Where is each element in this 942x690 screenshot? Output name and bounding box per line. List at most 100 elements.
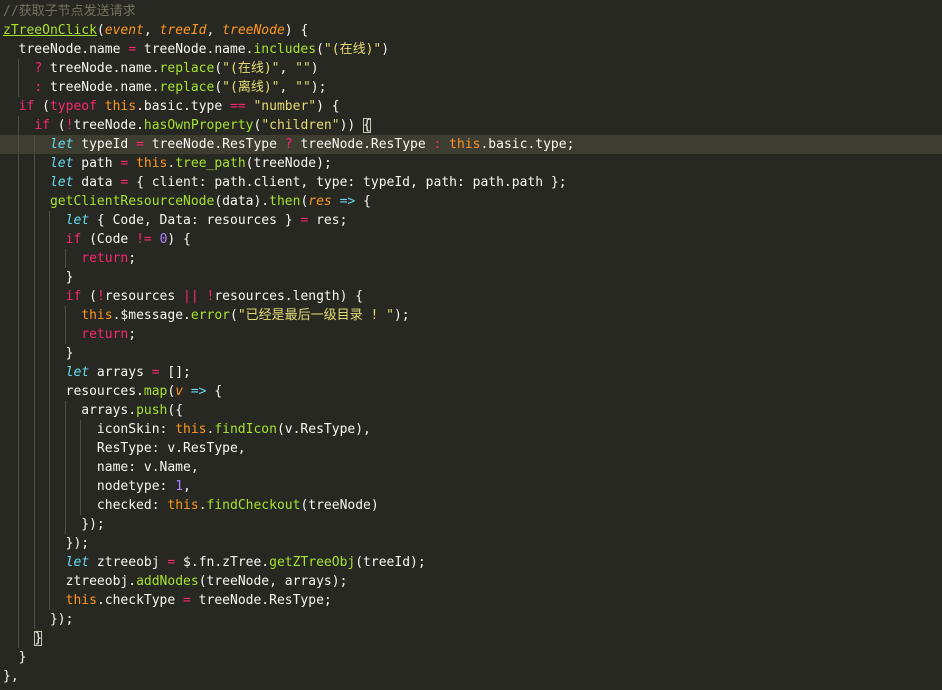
code-token: ; xyxy=(128,251,137,266)
code-token: ) { xyxy=(284,23,309,38)
code-text: name: v.Name, xyxy=(3,458,199,477)
code-line[interactable]: if (!resources || !resources.length) { xyxy=(0,287,942,306)
code-token: addNodes xyxy=(136,574,199,589)
code-line[interactable]: this.checkType = treeNode.ResType; xyxy=(0,591,942,610)
code-token: this xyxy=(81,308,113,323)
code-line[interactable]: } xyxy=(0,268,942,287)
code-token: } xyxy=(3,346,74,361)
code-line[interactable]: let ztreeobj = $.fn.zTree.getZTreeObj(tr… xyxy=(0,553,942,572)
code-token: ztreeobj xyxy=(89,555,168,570)
code-token: error xyxy=(190,308,231,323)
code-token: this xyxy=(104,99,137,114)
code-token: map xyxy=(143,384,168,399)
code-token: this xyxy=(167,498,199,513)
code-line[interactable]: let path = this.tree_path(treeNode); xyxy=(0,154,942,173)
code-line[interactable]: let typeId = treeNode.ResType ? treeNode… xyxy=(0,135,942,154)
code-line[interactable]: : treeNode.name.replace("(离线)", ""); xyxy=(0,78,942,97)
code-token: this xyxy=(175,422,207,437)
code-line[interactable]: } xyxy=(0,648,942,667)
code-line[interactable]: arrays.push({ xyxy=(0,401,942,420)
code-line[interactable]: if (Code != 0) { xyxy=(0,230,942,249)
code-line[interactable]: return; xyxy=(0,249,942,268)
code-token: = xyxy=(136,137,144,152)
code-text: } xyxy=(3,648,27,667)
code-line[interactable]: nodetype: 1, xyxy=(0,477,942,496)
code-token: ? xyxy=(284,137,293,152)
code-token: push xyxy=(136,403,168,418)
code-token: .$message. xyxy=(112,308,191,323)
code-text: if (!resources || !resources.length) { xyxy=(3,287,363,306)
code-text: : treeNode.name.replace("(离线)", ""); xyxy=(3,78,326,97)
code-text: iconSkin: this.findIcon(v.ResType), xyxy=(3,420,371,439)
code-line[interactable]: treeNode.name = treeNode.name.includes("… xyxy=(0,40,942,59)
code-token: resources. xyxy=(3,384,144,399)
code-token: => xyxy=(190,384,207,399)
code-token: treeNode.ResType; xyxy=(190,593,332,608)
code-token: treeNode.name. xyxy=(42,61,160,76)
code-line[interactable]: checked: this.findCheckout(treeNode) xyxy=(0,496,942,515)
code-token: (treeNode) xyxy=(300,498,379,513)
code-token: let xyxy=(65,365,90,380)
code-token: if xyxy=(65,232,82,247)
code-text: } xyxy=(3,344,74,363)
code-token: getZTreeObj xyxy=(269,555,356,570)
code-line[interactable]: ztreeobj.addNodes(treeNode, arrays); xyxy=(0,572,942,591)
code-token: , xyxy=(143,23,160,38)
code-line[interactable]: let arrays = []; xyxy=(0,363,942,382)
code-token: treeNode.name xyxy=(3,42,129,57)
code-token: $.fn.zTree. xyxy=(175,555,270,570)
code-token: "number" xyxy=(253,99,317,114)
code-token: "已经是最后一级目录 ! " xyxy=(237,308,394,323)
code-line[interactable]: }); xyxy=(0,515,942,534)
code-token: ) { xyxy=(316,99,340,114)
code-line[interactable]: ResType: v.ResType, xyxy=(0,439,942,458)
code-token: findCheckout xyxy=(206,498,301,513)
code-line[interactable]: //获取子节点发送请求 xyxy=(0,2,942,21)
code-token: iconSkin: xyxy=(3,422,176,437)
code-token: } xyxy=(34,631,43,646)
code-line[interactable]: this.$message.error("已经是最后一级目录 ! "); xyxy=(0,306,942,325)
code-text: let ztreeobj = $.fn.zTree.getZTreeObj(tr… xyxy=(3,553,426,572)
code-line[interactable]: }, xyxy=(0,667,942,686)
code-token: return xyxy=(81,251,129,266)
code-token: "" xyxy=(295,61,311,76)
code-token: (treeId); xyxy=(355,555,426,570)
code-line[interactable]: if (typeof this.basic.type == "number") … xyxy=(0,97,942,116)
code-token: then xyxy=(269,194,301,209)
code-line[interactable]: }); xyxy=(0,610,942,629)
code-line[interactable]: if (!treeNode.hasOwnProperty("children")… xyxy=(0,116,942,135)
code-token: ) { xyxy=(167,232,191,247)
code-text: } xyxy=(3,268,74,287)
code-token: if xyxy=(34,118,50,133)
code-token: 1 xyxy=(175,479,184,494)
code-text: arrays.push({ xyxy=(3,401,183,420)
code-line[interactable]: ? treeNode.name.replace("(在线)", "") xyxy=(0,59,942,78)
code-line[interactable]: zTreeOnClick(event, treeId, treeNode) { xyxy=(0,21,942,40)
code-line[interactable]: getClientResourceNode(data).then(res => … xyxy=(0,192,942,211)
code-line[interactable]: return; xyxy=(0,325,942,344)
code-line[interactable]: iconSkin: this.findIcon(v.ResType), xyxy=(0,420,942,439)
code-token: if xyxy=(65,289,82,304)
code-line[interactable]: let { Code, Data: resources } = res; xyxy=(0,211,942,230)
code-token: ResType: v.ResType, xyxy=(3,441,246,456)
code-line[interactable]: }); xyxy=(0,534,942,553)
code-token: nodetype: xyxy=(3,479,176,494)
code-line[interactable]: name: v.Name, xyxy=(0,458,942,477)
code-line[interactable]: resources.map(v => { xyxy=(0,382,942,401)
code-line[interactable]: let data = { client: path.client, type: … xyxy=(0,173,942,192)
code-editor[interactable]: //获取子节点发送请求 zTreeOnClick(event, treeId, t… xyxy=(0,0,942,690)
code-token: resources.length) { xyxy=(214,289,364,304)
code-line[interactable]: } xyxy=(0,344,942,363)
code-text: getClientResourceNode(data).then(res => … xyxy=(3,192,371,211)
code-text: if (typeof this.basic.type == "number") … xyxy=(3,97,340,116)
code-line[interactable]: } xyxy=(0,629,942,648)
code-token: ) xyxy=(381,42,390,57)
